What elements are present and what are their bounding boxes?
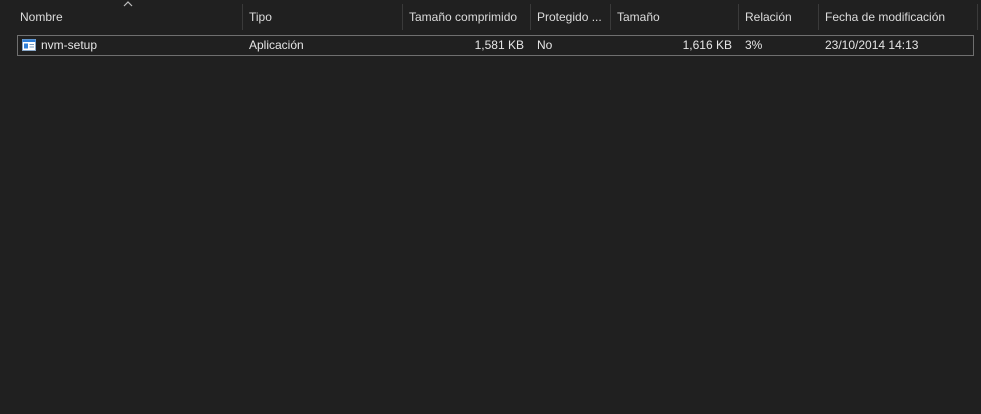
column-header-name[interactable]: Nombre: [14, 4, 242, 30]
application-icon: [22, 39, 36, 51]
column-divider[interactable]: [977, 4, 978, 30]
column-header-modified[interactable]: Fecha de modificación: [819, 4, 977, 30]
file-compressed-size: 1,581 KB: [474, 38, 524, 52]
column-header-ratio[interactable]: Relación: [739, 4, 818, 30]
file-size: 1,616 KB: [682, 38, 732, 52]
file-ratio: 3%: [745, 38, 763, 52]
column-header-protected[interactable]: Protegido ...: [531, 4, 610, 30]
file-row[interactable]: nvm-setup Aplicación 1,581 KB No 1,616 K…: [17, 35, 974, 56]
column-header-bar: Nombre Tipo Tamaño comprimido Protegido …: [0, 0, 981, 31]
column-header-type[interactable]: Tipo: [243, 4, 402, 30]
file-name: nvm-setup: [41, 38, 98, 52]
file-type: Aplicación: [249, 38, 304, 52]
file-protected: No: [537, 38, 553, 52]
column-header-compressed-size[interactable]: Tamaño comprimido: [403, 4, 530, 30]
column-header-size[interactable]: Tamaño: [611, 4, 738, 30]
file-modified: 23/10/2014 14:13: [825, 38, 919, 52]
file-list-view: Nombre Tipo Tamaño comprimido Protegido …: [0, 0, 981, 414]
